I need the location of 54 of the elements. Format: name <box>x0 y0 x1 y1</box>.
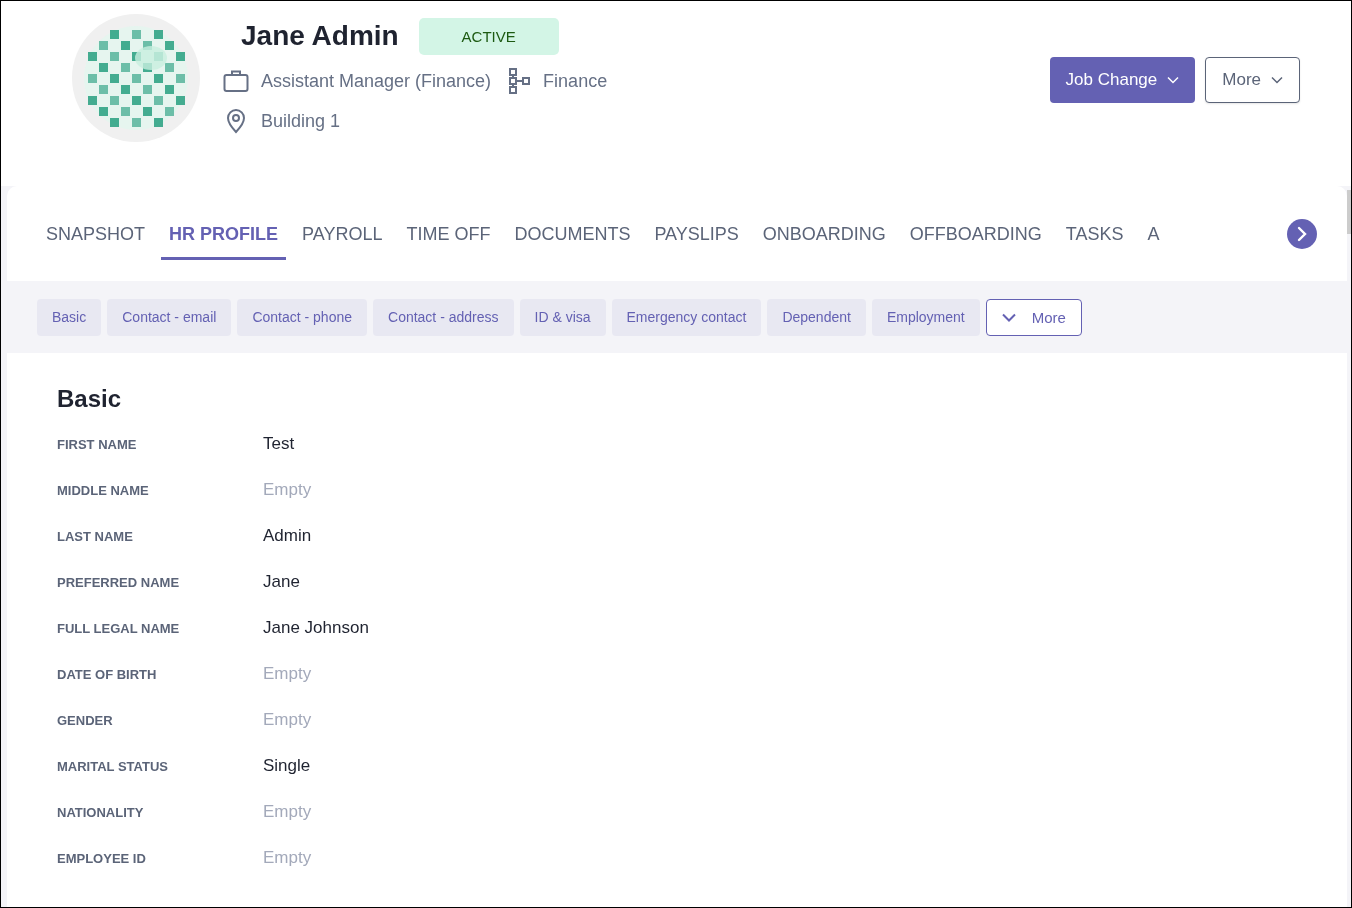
status-badge: ACTIVE <box>418 17 559 55</box>
section-chip[interactable]: Emergency contact <box>611 298 762 336</box>
field-label: PREFERRED NAME <box>57 574 181 590</box>
section-chip[interactable]: Basic <box>37 298 102 336</box>
field-label: NATIONALITY <box>57 804 145 820</box>
tab[interactable]: A <box>1139 207 1168 260</box>
section-chip[interactable]: ID & visa <box>519 298 606 336</box>
employee-name: Jane Admin <box>241 20 399 52</box>
field-value: Empty <box>263 802 312 822</box>
job-change-button[interactable]: Job Change <box>1049 57 1196 103</box>
caret-icon <box>1271 76 1283 84</box>
field-label: DATE OF BIRTH <box>57 666 158 682</box>
field-value: Empty <box>263 480 312 500</box>
tab[interactable]: DOCUMENTS <box>506 207 639 260</box>
section-chip[interactable]: Contact - email <box>107 298 232 336</box>
next-tab-button[interactable] <box>1287 218 1317 249</box>
org-chart-icon <box>509 68 532 94</box>
field-value: Empty <box>263 664 312 684</box>
tab[interactable]: HR PROFILE <box>161 207 287 260</box>
tab[interactable]: TIME OFF <box>398 207 499 260</box>
section-chip[interactable]: Contact - address <box>373 298 514 336</box>
field-label: GENDER <box>57 712 114 728</box>
field-value: Jane Johnson <box>263 618 369 638</box>
tab[interactable]: TASKS <box>1057 207 1132 260</box>
field-label: EMPLOYEE ID <box>57 850 147 866</box>
location-pin-icon <box>226 108 246 134</box>
job-title: Assistant Manager (Finance) <box>261 70 492 92</box>
field-label: FIRST NAME <box>57 436 138 452</box>
field-value: Jane <box>263 572 300 592</box>
department: Finance <box>543 70 608 92</box>
field-value: Test <box>263 434 295 454</box>
field-value: Empty <box>263 710 312 730</box>
caret-icon <box>1001 312 1016 322</box>
section-chip[interactable]: Employment <box>871 298 980 336</box>
field-value: Empty <box>263 848 312 868</box>
field-label: MARITAL STATUS <box>57 758 169 774</box>
field-value: Admin <box>263 526 312 546</box>
tab[interactable]: PAYSLIPS <box>646 207 747 260</box>
tab[interactable]: SNAPSHOT <box>38 207 154 260</box>
tab[interactable]: ONBOARDING <box>754 207 894 260</box>
location: Building 1 <box>261 110 341 132</box>
tab[interactable]: PAYROLL <box>294 207 391 260</box>
caret-icon <box>1167 76 1180 84</box>
section-title: Basic <box>57 385 123 413</box>
more-button[interactable]: More <box>1205 57 1300 103</box>
briefcase-icon <box>223 69 249 93</box>
tab[interactable]: OFFBOARDING <box>901 207 1050 260</box>
more-sections-button[interactable]: More <box>985 298 1082 336</box>
field-label: LAST NAME <box>57 528 134 544</box>
field-label: FULL LEGAL NAME <box>57 620 181 636</box>
field-value: Single <box>263 756 311 776</box>
section-chip[interactable]: Dependent <box>767 298 866 336</box>
section-chip[interactable]: Contact - phone <box>237 298 367 336</box>
field-label: MIDDLE NAME <box>57 482 150 498</box>
